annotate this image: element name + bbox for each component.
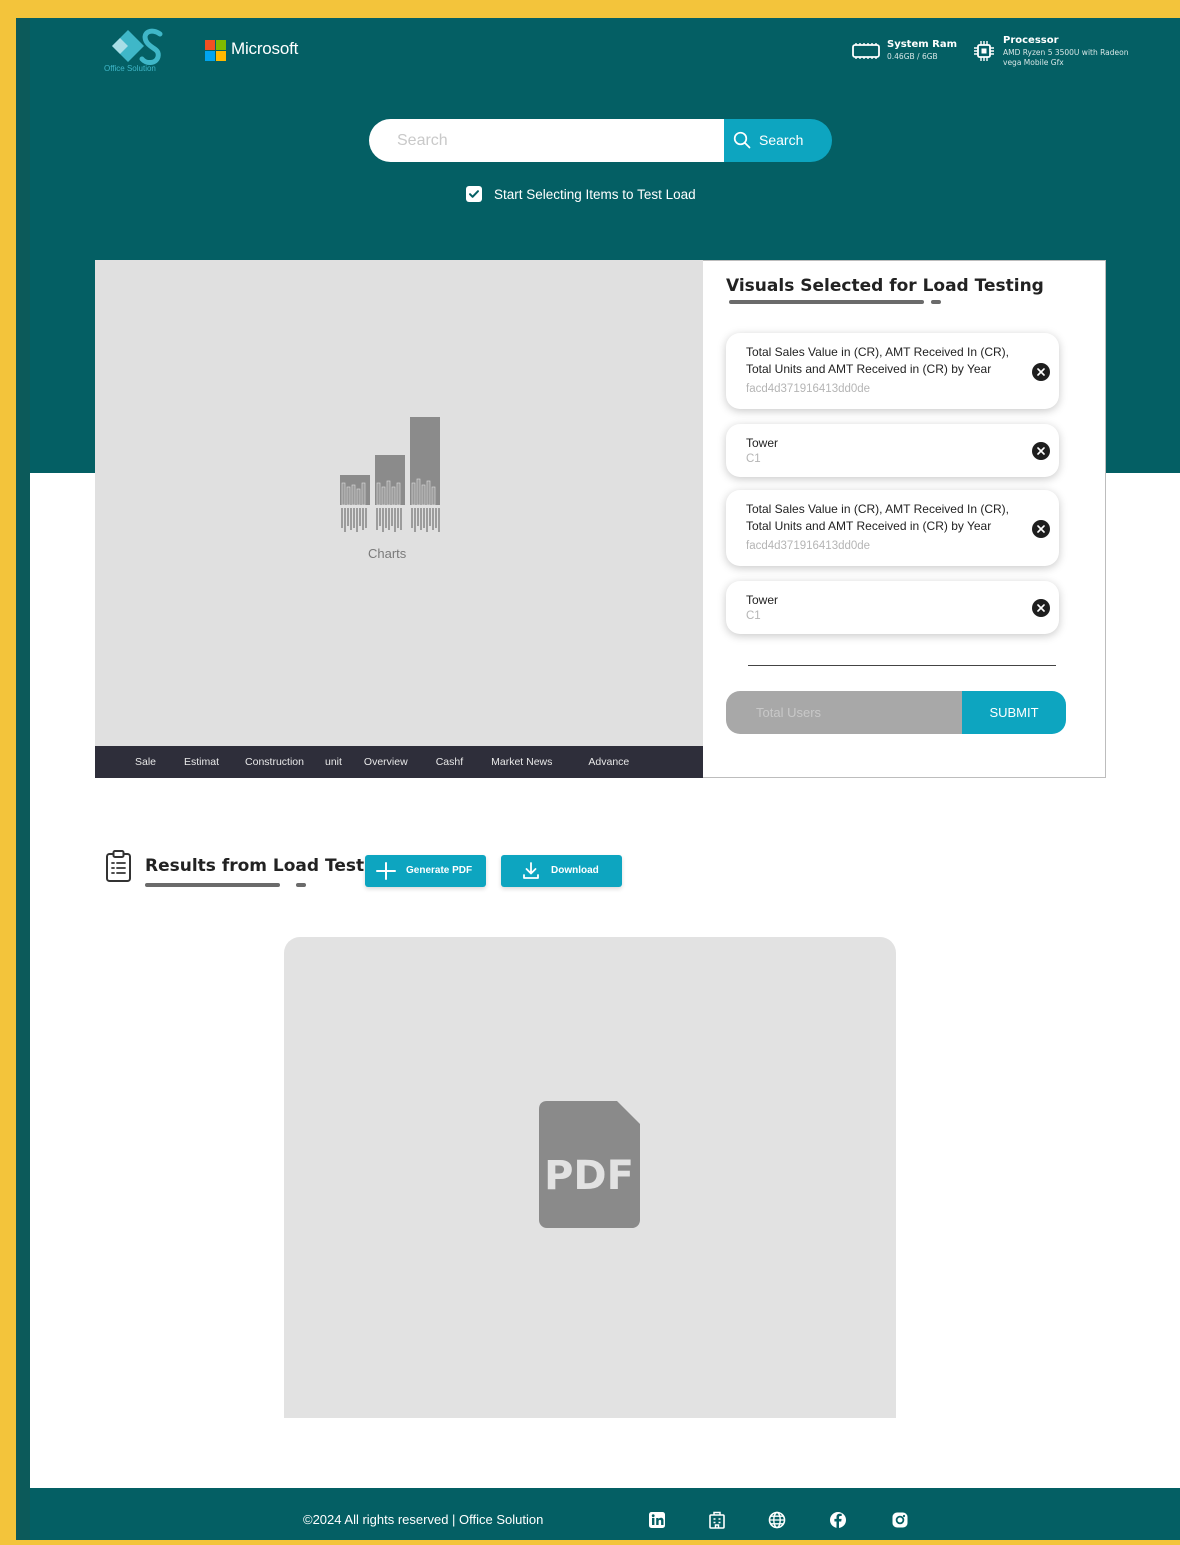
- remove-visual-button[interactable]: [1032, 599, 1050, 617]
- ram-label: System Ram: [887, 39, 958, 50]
- visual-title: Tower: [746, 436, 779, 450]
- load-toggle: Start Selecting Items to Test Load: [466, 184, 696, 204]
- linkedin-icon[interactable]: [648, 1511, 666, 1529]
- system-ram-info: System Ram 0.46GB / 6GB: [852, 39, 962, 65]
- processor-info: Processor AMD Ryzen 5 3500U with Radeon …: [973, 35, 1133, 71]
- generate-pdf-button[interactable]: Generate PDF: [365, 855, 486, 887]
- clipboard-list-icon: [106, 850, 131, 882]
- pdf-file-icon: PDF: [539, 1101, 640, 1228]
- close-icon: [1037, 525, 1045, 533]
- tab-estimat[interactable]: Estimat: [184, 756, 219, 768]
- search-button-label: Search: [759, 132, 804, 148]
- processor-value: AMD Ryzen 5 3500U with Radeon vega Mobil…: [1003, 48, 1129, 67]
- selected-visual-item[interactable]: Total Sales Value in (CR), AMT Received …: [726, 490, 1059, 566]
- plus-icon: [376, 862, 396, 880]
- selected-visual-item[interactable]: Tower C1: [726, 581, 1059, 634]
- selected-visual-item[interactable]: Total Sales Value in (CR), AMT Received …: [726, 333, 1059, 409]
- load-toggle-label: Start Selecting Items to Test Load: [494, 186, 696, 202]
- microsoft-logo-icon: [205, 40, 226, 61]
- visual-title: Tower: [746, 593, 779, 607]
- chart-preview-panel: Charts Sale Estimat Construction unit Ov…: [95, 260, 703, 778]
- download-icon: [523, 862, 539, 879]
- footer: ©2024 All rights reserved | Office Solut…: [30, 1488, 1180, 1540]
- building-icon[interactable]: [708, 1511, 726, 1529]
- close-icon: [1037, 604, 1045, 612]
- report-tab-bar: Sale Estimat Construction unit Overview …: [95, 746, 703, 778]
- tab-advance[interactable]: Advance: [588, 756, 629, 768]
- chart-caption: Charts: [368, 546, 407, 561]
- close-icon: [1037, 447, 1045, 455]
- load-test-checkbox[interactable]: [466, 186, 482, 202]
- search-icon: [733, 131, 751, 149]
- partner-name: Microsoft: [231, 39, 299, 58]
- visual-title: Total Sales Value in (CR), AMT Received …: [746, 345, 1009, 376]
- remove-visual-button[interactable]: [1032, 520, 1050, 538]
- memory-icon: [852, 43, 880, 59]
- tab-unit[interactable]: unit: [325, 756, 342, 768]
- visual-id: facd4d371916413dd0de: [746, 383, 871, 395]
- total-users-input[interactable]: [726, 691, 966, 734]
- results-underline: [145, 883, 280, 887]
- page: Office Solution Microsoft System Ram 0.4…: [30, 18, 1180, 1540]
- ram-value: 0.46GB / 6GB: [887, 52, 938, 61]
- remove-visual-button[interactable]: [1032, 363, 1050, 381]
- globe-icon[interactable]: [768, 1511, 786, 1529]
- visual-id: C1: [746, 453, 761, 465]
- instagram-icon[interactable]: [891, 1511, 909, 1529]
- title-underline-dot: [931, 300, 941, 304]
- results-underline-dot: [296, 883, 306, 887]
- processor-label: Processor: [1003, 35, 1059, 46]
- tab-cashf[interactable]: Cashf: [436, 756, 463, 768]
- bar-chart-icon: [340, 417, 440, 532]
- frame-bottom: [0, 1540, 1180, 1545]
- tab-construction[interactable]: Construction: [245, 756, 304, 768]
- pdf-preview-panel: PDF: [284, 937, 896, 1418]
- results-title: Results from Load Test: [145, 856, 365, 876]
- selected-visuals-title: Visuals Selected for Load Testing: [726, 276, 1044, 296]
- selected-visuals-panel: Visuals Selected for Load Testing Total …: [703, 260, 1106, 778]
- copyright-text: ©2024 All rights reserved | Office Solut…: [303, 1512, 544, 1527]
- tab-overview[interactable]: Overview: [364, 756, 408, 768]
- divider: [748, 665, 1056, 666]
- frame-top: [0, 0, 1180, 18]
- search-bar: Search: [369, 119, 832, 162]
- pdf-icon-label: PDF: [544, 1153, 634, 1199]
- download-button[interactable]: Download: [501, 855, 622, 887]
- logo-caption: Office Solution: [104, 64, 156, 73]
- submit-button[interactable]: SUBMIT: [962, 691, 1066, 734]
- remove-visual-button[interactable]: [1032, 442, 1050, 460]
- search-input[interactable]: [369, 119, 729, 162]
- checkmark-icon: [469, 190, 479, 198]
- selected-visual-item[interactable]: Tower C1: [726, 424, 1059, 477]
- frame-left: [0, 0, 16, 1545]
- visual-title: Total Sales Value in (CR), AMT Received …: [746, 502, 1009, 533]
- tab-market-news[interactable]: Market News: [491, 756, 552, 768]
- generate-pdf-label: Generate PDF: [406, 865, 473, 876]
- download-label: Download: [551, 865, 599, 876]
- tab-sale[interactable]: Sale: [135, 756, 156, 768]
- search-button[interactable]: Search: [724, 119, 832, 162]
- visual-id: facd4d371916413dd0de: [746, 540, 871, 552]
- facebook-icon[interactable]: [829, 1511, 847, 1529]
- title-underline: [729, 300, 924, 304]
- close-icon: [1037, 368, 1045, 376]
- cpu-icon: [974, 41, 994, 61]
- visual-id: C1: [746, 610, 761, 622]
